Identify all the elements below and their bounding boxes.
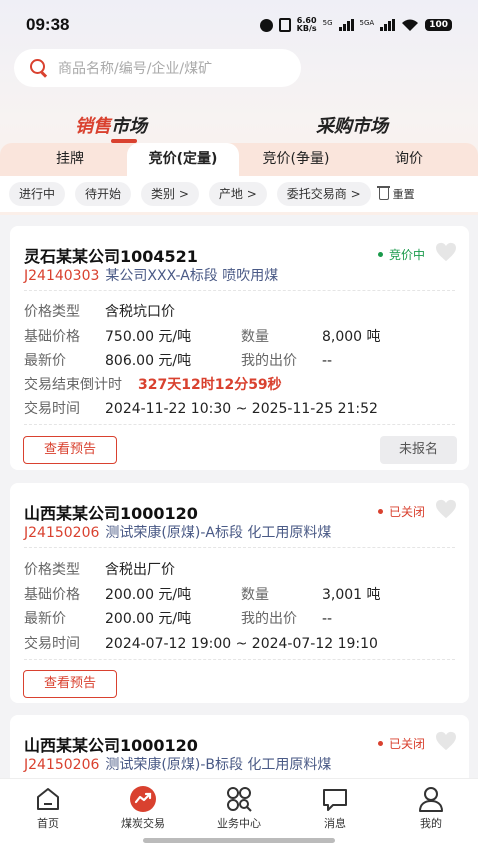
battery-icon: 100 xyxy=(425,19,452,31)
favorite-heart-icon[interactable] xyxy=(435,731,457,751)
countdown-row: 交易结束倒计时 327天12时12分59秒 xyxy=(24,377,282,393)
message-icon xyxy=(321,785,349,813)
alarm-icon xyxy=(259,18,273,32)
nav-messages[interactable]: 消息 xyxy=(290,785,380,831)
tab-inquiry[interactable]: 询价 xyxy=(353,143,465,176)
tab-bidding-quantity[interactable]: 竞价(争量) xyxy=(240,143,352,176)
signal-icon-2 xyxy=(380,19,396,31)
lot-code-line: J24150206 测试荣康(原煤)-A标段 化工用原料煤 xyxy=(24,522,331,542)
countdown-value: 327天12时12分59秒 xyxy=(138,377,282,393)
signal-icon xyxy=(338,19,354,31)
home-icon xyxy=(34,785,62,813)
wifi-icon xyxy=(402,19,419,31)
vibrate-icon xyxy=(278,18,291,32)
nav-business-center[interactable]: 业务中心 xyxy=(194,785,284,831)
lot-description: 某公司XXX-A标段 喷吹用煤 xyxy=(105,268,279,284)
trash-icon xyxy=(376,186,390,200)
tab-sales-market[interactable]: 销售市场 xyxy=(75,112,147,143)
network-speed: 6.60 KB/s xyxy=(296,16,317,33)
not-registered-button[interactable]: 未报名 xyxy=(380,436,457,464)
lot-code-line: J24150206 测试荣康(原煤)-B标段 化工用原料煤 xyxy=(24,754,331,774)
nav-home[interactable]: 首页 xyxy=(3,785,93,831)
search-bar[interactable]: 商品名称/编号/企业/煤矿 xyxy=(14,49,301,87)
nav-profile[interactable]: 我的 xyxy=(386,785,476,831)
status-dot xyxy=(377,741,383,746)
lot-code-line: J24140303 某公司XXX-A标段 喷吹用煤 xyxy=(24,265,278,285)
filter-trader[interactable]: 委托交易商 > xyxy=(276,182,371,206)
status-dot xyxy=(377,509,383,514)
base-price-row: 基础价格 750.00 元/吨 数量 8,000 吨 xyxy=(24,329,381,345)
tab-bidding-fixed[interactable]: 竞价(定量) xyxy=(127,143,239,176)
grid-icon xyxy=(225,785,253,813)
company-name: 山西某某公司1000120 xyxy=(24,736,198,755)
market-tabs: 销售市场 采购市场 xyxy=(0,108,478,148)
status-icons: 6.60 KB/s 5G 5GA 100 xyxy=(259,16,452,33)
search-icon xyxy=(30,59,48,77)
nav-coal-trade[interactable]: 煤炭交易 xyxy=(98,785,188,831)
tab-listing[interactable]: 挂牌 xyxy=(14,143,126,176)
status-time: 09:38 xyxy=(26,15,70,34)
lot-code: J24140303 xyxy=(24,268,100,284)
latest-price-row: 最新价 200.00 元/吨 我的出价 -- xyxy=(24,611,333,627)
company-name: 山西某某公司1000120 xyxy=(24,504,198,523)
signal-5g-label: 5G xyxy=(322,19,333,27)
status-badge: 已关闭 xyxy=(377,735,425,752)
divider xyxy=(24,659,455,660)
view-preview-button[interactable]: 查看预告 xyxy=(23,436,117,464)
trade-time-row: 交易时间 2024-11-22 10:30 ~ 2025-11-25 21:52 xyxy=(24,401,378,417)
home-indicator xyxy=(143,838,335,843)
status-badge: 竞价中 xyxy=(377,246,425,263)
trade-time-row: 交易时间 2024-07-12 19:00 ~ 2024-07-12 19:10 xyxy=(24,636,378,652)
lot-code: J24150206 xyxy=(24,525,100,541)
favorite-heart-icon[interactable] xyxy=(435,242,457,262)
price-type-row: 价格类型 含税出厂价 xyxy=(24,562,175,578)
divider xyxy=(24,290,455,291)
status-badge: 已关闭 xyxy=(377,503,425,520)
tab-purchase-market[interactable]: 采购市场 xyxy=(316,112,388,138)
search-input[interactable]: 商品名称/编号/企业/煤矿 xyxy=(58,58,212,78)
status-dot xyxy=(377,252,383,257)
favorite-heart-icon[interactable] xyxy=(435,499,457,519)
trade-icon xyxy=(129,785,157,813)
filter-upcoming[interactable]: 待开始 xyxy=(75,182,132,206)
signal-5ga-label: 5GA xyxy=(359,19,375,27)
divider xyxy=(24,547,455,548)
filter-bar: 进行中 待开始 类别 > 产地 > 委托交易商 > 重置 xyxy=(0,176,478,212)
company-name: 灵石某某公司1004521 xyxy=(24,247,198,266)
lot-code: J24150206 xyxy=(24,757,100,773)
auction-card[interactable]: 山西某某公司1000120 已关闭 J24150206 测试荣康(原煤)-A标段 … xyxy=(10,483,469,703)
auction-card[interactable]: 灵石某某公司1004521 竞价中 J24140303 某公司XXX-A标段 喷吹… xyxy=(10,226,469,470)
profile-icon xyxy=(417,785,445,813)
lot-description: 测试荣康(原煤)-B标段 化工用原料煤 xyxy=(105,757,332,773)
base-price-row: 基础价格 200.00 元/吨 数量 3,001 吨 xyxy=(24,587,381,603)
view-preview-button[interactable]: 查看预告 xyxy=(23,670,117,698)
filter-in-progress[interactable]: 进行中 xyxy=(9,182,66,206)
status-bar: 09:38 6.60 KB/s 5G 5GA 100 xyxy=(0,0,478,50)
latest-price-row: 最新价 806.00 元/吨 我的出价 -- xyxy=(24,353,333,369)
filter-category[interactable]: 类别 > xyxy=(141,182,199,206)
price-type-row: 价格类型 含税坑口价 xyxy=(24,304,175,320)
divider xyxy=(24,424,455,425)
reset-button[interactable]: 重置 xyxy=(376,186,415,202)
sub-tabs: 挂牌 竞价(定量) 竞价(争量) 询价 xyxy=(0,143,478,176)
lot-description: 测试荣康(原煤)-A标段 化工用原料煤 xyxy=(105,525,332,541)
filter-origin[interactable]: 产地 > xyxy=(208,182,267,206)
